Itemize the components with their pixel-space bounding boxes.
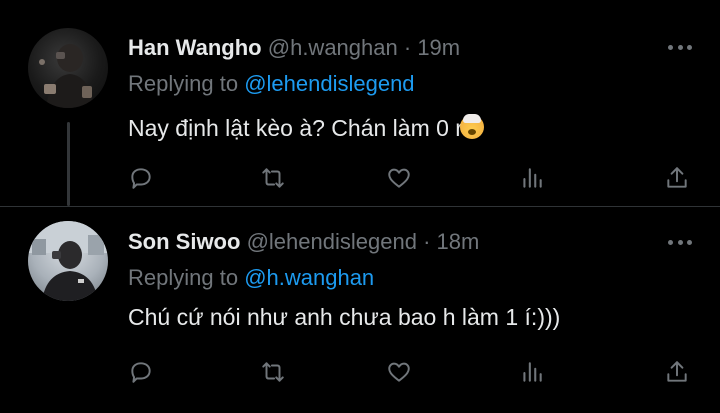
tweet-text: Chú cứ nói như anh chưa bao h làm 1 í:))… xyxy=(128,302,560,332)
exploding-head-emoji-icon xyxy=(459,114,484,139)
tweet[interactable]: Han Wangho @h.wanghan · 19m Replying to … xyxy=(0,0,720,206)
avatar-photo xyxy=(39,44,94,108)
like-icon[interactable] xyxy=(384,163,414,193)
replying-prefix: Replying to xyxy=(128,265,245,290)
tweet[interactable]: Son Siwoo @lehendislegend · 18m Replying… xyxy=(0,206,720,413)
tweet-text: Nay định lật kèo à? Chán làm 0 r xyxy=(128,113,484,143)
action-bar xyxy=(0,357,720,387)
display-name[interactable]: Han Wangho xyxy=(128,35,262,60)
tweet-header: Han Wangho @h.wanghan · 19m xyxy=(128,35,460,61)
retweet-icon[interactable] xyxy=(258,163,288,193)
views-icon[interactable] xyxy=(517,163,547,193)
views-icon[interactable] xyxy=(517,357,547,387)
replying-to: Replying to @h.wanghan xyxy=(128,265,374,291)
more-icon[interactable] xyxy=(668,239,692,245)
replying-to: Replying to @lehendislegend xyxy=(128,71,415,97)
separator-dot: · xyxy=(403,35,412,60)
timestamp[interactable]: 18m xyxy=(437,229,480,254)
share-icon[interactable] xyxy=(662,357,692,387)
avatar[interactable] xyxy=(28,28,108,108)
mention-link[interactable]: @h.wanghan xyxy=(244,265,374,290)
action-bar xyxy=(0,163,720,193)
display-name[interactable]: Son Siwoo xyxy=(128,229,240,254)
mention-link[interactable]: @lehendislegend xyxy=(244,71,414,96)
separator-dot: · xyxy=(423,229,431,254)
reply-icon[interactable] xyxy=(126,163,156,193)
more-icon[interactable] xyxy=(668,44,692,50)
avatar-photo xyxy=(28,221,108,301)
replying-prefix: Replying to xyxy=(128,71,245,96)
handle[interactable]: @lehendislegend xyxy=(247,229,417,254)
tweet-text-content: Chú cứ nói như anh chưa bao h làm 1 í:))… xyxy=(128,304,561,330)
tweet-header: Son Siwoo @lehendislegend · 18m xyxy=(128,229,479,255)
handle[interactable]: @h.wanghan xyxy=(268,35,398,60)
like-icon[interactable] xyxy=(384,357,414,387)
reply-icon[interactable] xyxy=(126,357,156,387)
share-icon[interactable] xyxy=(662,163,692,193)
avatar[interactable] xyxy=(28,221,108,301)
tweet-text-content: Nay định lật kèo à? Chán làm 0 r xyxy=(128,115,463,141)
retweet-icon[interactable] xyxy=(258,357,288,387)
timestamp[interactable]: 19m xyxy=(417,35,460,60)
